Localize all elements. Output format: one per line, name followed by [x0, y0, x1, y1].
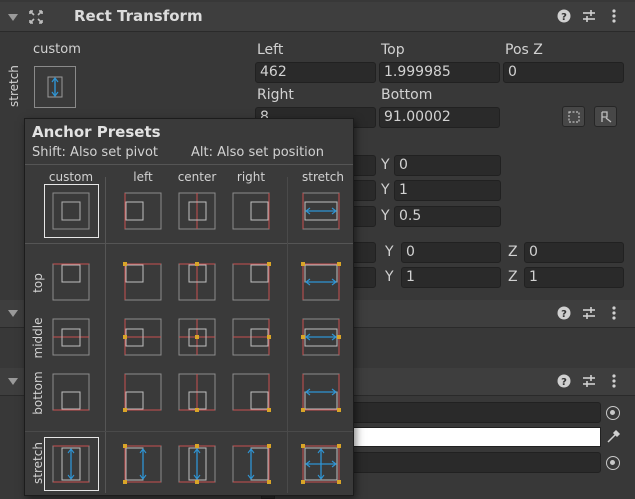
component-header[interactable]: Rect Transform ? — [0, 2, 635, 32]
r4-y-label: Y — [385, 244, 394, 260]
r5-y-field[interactable]: 1 — [401, 267, 501, 288]
row-header-stretch: stretch — [31, 442, 45, 484]
preset-stretch-center[interactable] — [177, 444, 217, 484]
col-header-center: center — [177, 170, 217, 184]
svg-text:?: ? — [561, 309, 567, 320]
r1-y-label: Y — [381, 157, 390, 173]
collapse-triangle-icon[interactable] — [8, 310, 18, 317]
r3-y-label: Y — [381, 208, 390, 224]
component-title: Rect Transform — [74, 7, 203, 25]
preset-custom-left[interactable] — [123, 191, 163, 231]
row-header-bottom: bottom — [31, 371, 45, 415]
r5-z-field[interactable]: 1 — [524, 267, 624, 288]
preset-top-left[interactable] — [123, 262, 163, 302]
top-field[interactable]: 1.999985 — [379, 62, 500, 83]
color-field[interactable] — [330, 427, 601, 447]
bottom-field[interactable]: 91.00002 — [379, 107, 500, 128]
left-field[interactable]: 462 — [255, 62, 376, 83]
preset-stretch-right[interactable] — [231, 444, 271, 484]
preset-top-right[interactable] — [231, 262, 271, 302]
preset-middle-stretch[interactable] — [301, 317, 341, 357]
col-header-custom: custom — [48, 170, 94, 184]
preset-bottom-center[interactable] — [177, 372, 217, 412]
r1-y-field[interactable]: 0 — [394, 155, 501, 176]
popup-title: Anchor Presets — [32, 123, 161, 141]
bottom-label: Bottom — [381, 87, 433, 103]
r3-y-field[interactable]: 0.5 — [394, 206, 501, 227]
r5-z-label: Z — [508, 269, 518, 285]
object-picker-icon[interactable] — [606, 456, 620, 470]
help-icon[interactable]: ? — [557, 306, 571, 320]
anchor-presets-popup: Anchor Presets Shift: Also set pivot Alt… — [24, 118, 354, 496]
more-menu-icon[interactable] — [607, 374, 621, 388]
row-header-middle: middle — [31, 317, 45, 359]
more-menu-icon[interactable] — [607, 306, 621, 320]
preset-top-center[interactable] — [177, 262, 217, 302]
presets-icon[interactable] — [582, 9, 596, 23]
object-picker-icon[interactable] — [606, 406, 620, 420]
preset-bottom-right[interactable] — [231, 372, 271, 412]
preset-top-custom[interactable] — [51, 262, 91, 302]
preset-custom-custom[interactable] — [51, 191, 91, 231]
preset-stretch-left[interactable] — [123, 444, 163, 484]
grid-vdivider — [105, 177, 106, 493]
preset-top-stretch[interactable] — [301, 262, 341, 302]
r4-z-label: Z — [508, 244, 518, 260]
raw-edit-icon — [600, 110, 611, 123]
preset-bottom-left[interactable] — [123, 372, 163, 412]
preset-stretch-custom[interactable] — [51, 444, 91, 484]
col-header-right: right — [236, 170, 266, 184]
dotted-rect-icon — [567, 110, 580, 123]
preset-middle-custom[interactable] — [51, 317, 91, 357]
preset-bottom-custom[interactable] — [51, 372, 91, 412]
posz-label: Pos Z — [505, 42, 543, 58]
shift-hint: Shift: Also set pivot — [32, 145, 159, 160]
posz-field[interactable]: 0 — [503, 62, 624, 83]
preset-stretch-stretch[interactable] — [301, 444, 341, 484]
presets-icon[interactable] — [582, 374, 596, 388]
r2-y-label: Y — [381, 182, 390, 198]
preset-custom-right[interactable] — [231, 191, 271, 231]
anchor-mode-label: custom — [33, 42, 81, 57]
svg-text:?: ? — [561, 377, 567, 388]
preset-custom-center[interactable] — [177, 191, 217, 231]
anchor-preset-button[interactable] — [34, 66, 76, 108]
rect-transform-icon — [28, 9, 44, 29]
preset-custom-stretch[interactable] — [301, 191, 341, 231]
presets-icon[interactable] — [582, 306, 596, 320]
help-icon[interactable]: ? — [557, 9, 571, 23]
raw-edit-button[interactable] — [594, 106, 617, 127]
side-label: stretch — [7, 65, 21, 107]
row-header-top: top — [31, 273, 45, 293]
collapse-triangle-icon[interactable] — [8, 14, 18, 21]
grid-hdivider — [25, 243, 353, 244]
left-label: Left — [257, 42, 284, 58]
object-field-3[interactable]: al) — [330, 452, 601, 473]
preset-middle-center[interactable] — [177, 317, 217, 357]
preset-bottom-stretch[interactable] — [301, 372, 341, 412]
preset-middle-right[interactable] — [231, 317, 271, 357]
r5-y-label: Y — [385, 269, 394, 285]
right-label: Right — [257, 87, 294, 103]
grid-vdivider-2 — [287, 177, 288, 493]
preset-middle-left[interactable] — [123, 317, 163, 357]
popup-divider — [25, 164, 353, 165]
col-header-stretch: stretch — [302, 170, 344, 184]
object-field-1[interactable]: ) — [330, 402, 601, 423]
collapse-triangle-icon[interactable] — [8, 378, 18, 385]
eyedropper-icon[interactable] — [606, 429, 621, 448]
alt-hint: Alt: Also set position — [191, 145, 324, 160]
col-header-left: left — [133, 170, 153, 184]
r2-y-field[interactable]: 1 — [394, 180, 501, 201]
more-menu-icon[interactable] — [607, 9, 621, 23]
side-label-wrap: stretch — [2, 65, 34, 108]
help-icon[interactable]: ? — [557, 374, 571, 388]
r4-y-field[interactable]: 0 — [401, 242, 501, 263]
blueprint-mode-button[interactable] — [562, 106, 585, 127]
r4-z-field[interactable]: 0 — [524, 242, 624, 263]
top-label: Top — [381, 42, 405, 58]
svg-text:?: ? — [561, 12, 567, 23]
grid-hdivider-2 — [25, 431, 353, 432]
